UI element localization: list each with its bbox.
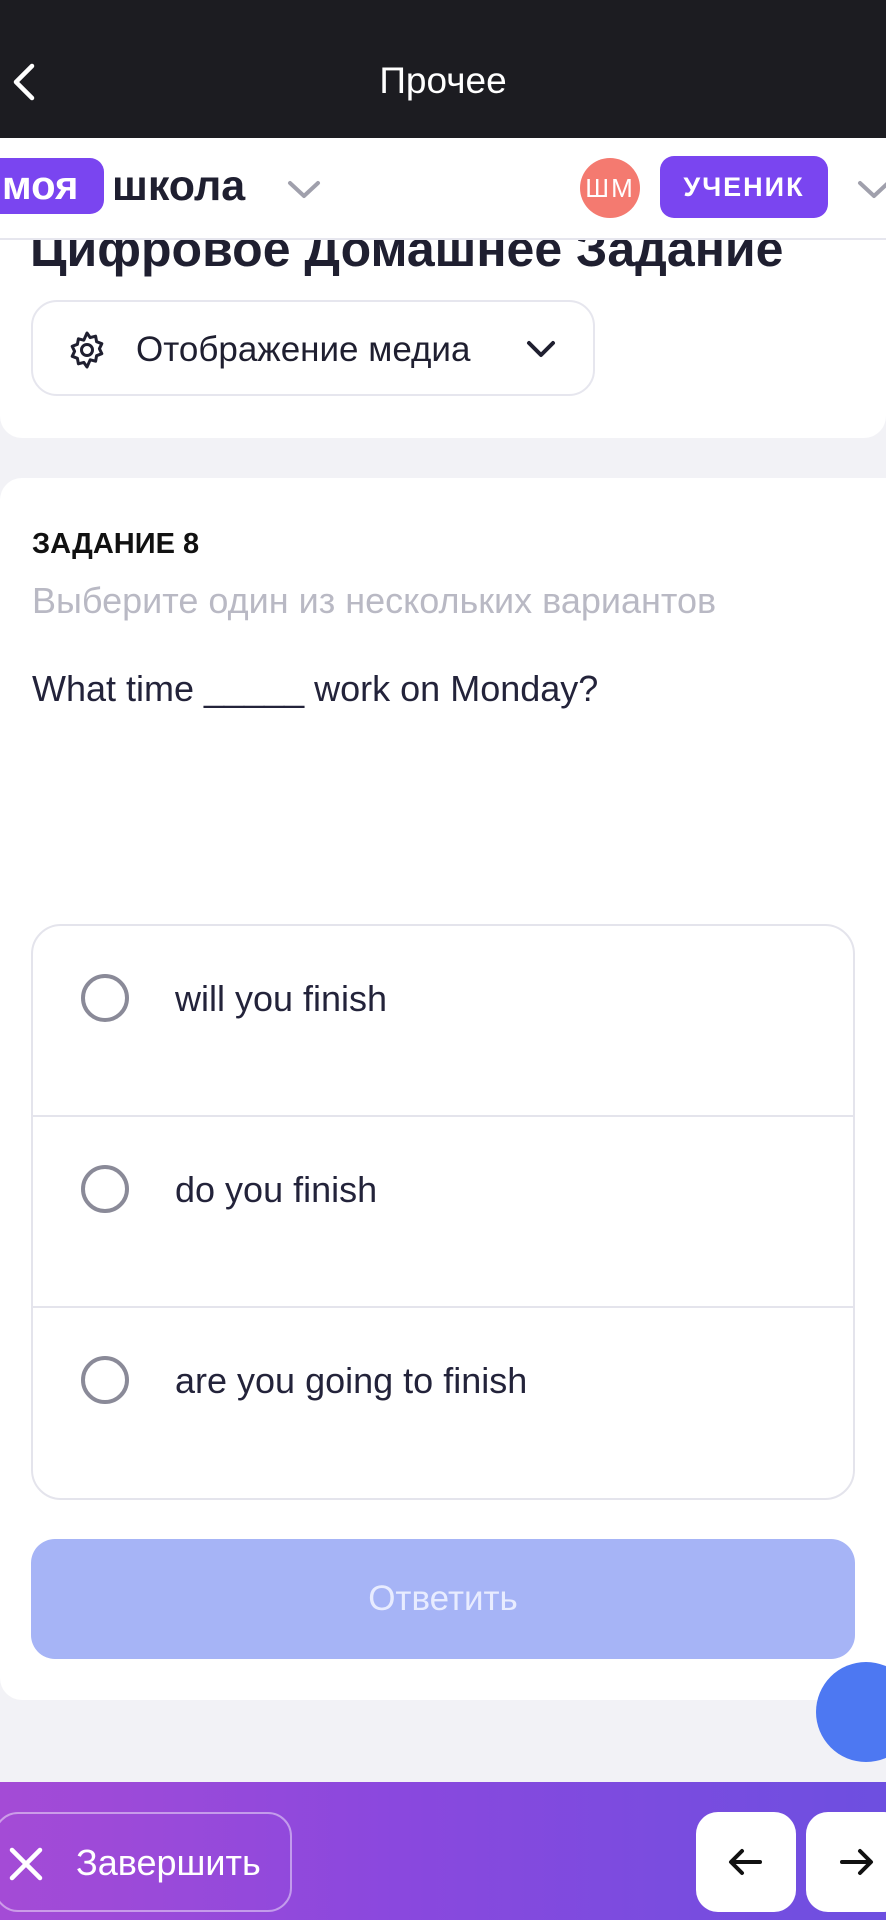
task-number: ЗАДАНИЕ 8 xyxy=(32,528,200,560)
role-button[interactable]: УЧЕНИК xyxy=(660,156,828,218)
previous-task-button[interactable] xyxy=(696,1812,796,1912)
answer-option-label: will you finish xyxy=(175,978,388,1019)
app-header: моя школа ШМ УЧЕНИК xyxy=(0,138,886,240)
task-card: ЗАДАНИЕ 8 Выберите один из нескольких ва… xyxy=(0,478,886,1700)
answer-option[interactable]: are you going to finish xyxy=(33,1306,853,1498)
screen-title: Прочее xyxy=(379,60,507,101)
next-task-button[interactable] xyxy=(806,1812,886,1912)
top-navigation-bar: Прочее xyxy=(0,0,886,138)
media-display-label: Отображение медиа xyxy=(136,330,471,369)
task-hint: Выберите один из нескольких вариантов xyxy=(32,580,717,621)
answer-options: will you finish do you finish are you go… xyxy=(31,924,855,1500)
arrow-left-icon xyxy=(729,1849,762,1875)
chevron-down-icon[interactable] xyxy=(286,178,322,202)
page-title: Цифровое Домашнее Задание xyxy=(30,240,784,277)
radio-button[interactable] xyxy=(81,1165,129,1213)
answer-option-label: do you finish xyxy=(175,1169,378,1210)
homework-header-card: Цифровое Домашнее Задание Отображение ме… xyxy=(0,240,886,438)
answer-button[interactable]: Ответить xyxy=(31,1539,855,1659)
radio-button[interactable] xyxy=(81,974,129,1022)
logo-text: школа xyxy=(112,162,246,210)
avatar[interactable]: ШМ xyxy=(580,158,640,218)
answer-option[interactable]: do you finish xyxy=(33,1115,853,1308)
gear-icon xyxy=(70,331,104,369)
bottom-action-bar: Завершить xyxy=(0,1782,886,1920)
radio-button[interactable] xyxy=(81,1356,129,1404)
answer-option-label: are you going to finish xyxy=(175,1360,528,1401)
chevron-down-icon xyxy=(527,341,555,357)
answer-option[interactable]: will you finish xyxy=(33,926,853,1117)
arrow-right-icon xyxy=(840,1849,873,1875)
finish-button[interactable]: Завершить xyxy=(0,1812,292,1912)
chevron-down-icon[interactable] xyxy=(856,178,886,202)
media-display-button[interactable]: Отображение медиа xyxy=(31,300,595,396)
question-text: What time _____ work on Monday? xyxy=(32,668,599,709)
logo-badge: моя xyxy=(0,158,104,214)
close-icon xyxy=(9,1847,43,1881)
finish-label: Завершить xyxy=(76,1842,261,1883)
